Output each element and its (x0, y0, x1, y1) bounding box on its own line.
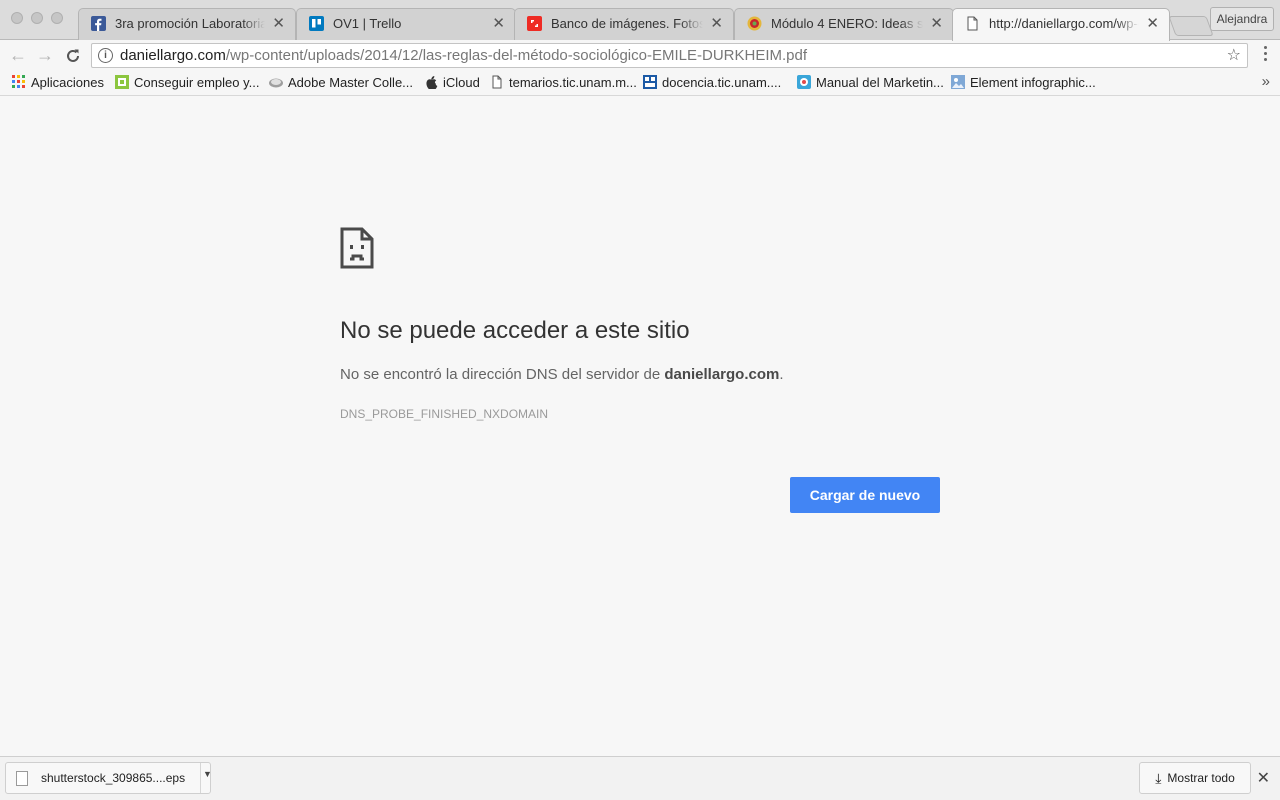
download-item[interactable]: shutterstock_309865....eps ▼ (5, 762, 212, 794)
profile-button[interactable]: Alejandra (1210, 7, 1274, 31)
pinterest-icon (747, 16, 762, 31)
page-icon (492, 75, 502, 89)
window-close-control[interactable] (11, 12, 23, 24)
element-icon (951, 75, 965, 89)
apps-grid-icon (12, 75, 25, 88)
error-message: No se encontró la dirección DNS del serv… (340, 366, 784, 383)
bookmark-label: iCloud (443, 75, 480, 90)
error-code: DNS_PROBE_FINISHED_NXDOMAIN (340, 407, 549, 421)
page-icon (967, 16, 978, 31)
error-page: No se puede acceder a este sitio No se e… (0, 96, 1280, 756)
bookmark-item[interactable]: iCloud (424, 75, 480, 90)
bookmark-item[interactable]: temarios.tic.unam.m... (490, 75, 637, 90)
trello-icon (309, 16, 324, 31)
chevron-down-icon[interactable]: ▼ (203, 769, 212, 779)
sad-page-icon (340, 227, 374, 269)
bookmark-label: Conseguir empleo y... (134, 75, 260, 90)
bookmark-item[interactable]: Manual del Marketin... (797, 75, 944, 90)
bumeran-icon (115, 75, 129, 89)
bookmark-item[interactable]: Adobe Master Colle... (269, 75, 413, 90)
tab-title: 3ra promoción Laboratoria M (115, 16, 265, 31)
url-text: daniellargo.com/wp-content/uploads/2014/… (120, 44, 807, 67)
browser-menu-icon[interactable] (1264, 46, 1268, 64)
error-host: daniellargo.com (664, 366, 780, 383)
tab-title: OV1 | Trello (333, 16, 402, 31)
file-icon (16, 771, 28, 786)
download-shelf: shutterstock_309865....eps ▼ ⤓ Mostrar to… (0, 756, 1280, 800)
bookmarks-overflow-icon[interactable]: » (1262, 73, 1270, 90)
tab-close-icon[interactable]: ✕ (710, 14, 723, 32)
toolbar: ← → i daniellargo.com/wp-content/uploads… (0, 40, 1280, 71)
back-arrow-icon[interactable]: ← (6, 44, 30, 68)
bookmark-label: temarios.tic.unam.m... (509, 75, 637, 90)
bookmarks-bar: Aplicaciones Conseguir empleo y... Adobe… (0, 71, 1280, 96)
download-filename: shutterstock_309865....eps (41, 771, 186, 785)
window-zoom-control[interactable] (51, 12, 63, 24)
error-message-text: No se encontró la dirección DNS del serv… (340, 366, 665, 383)
manual-icon (797, 75, 811, 89)
bookmark-label: Element infographic... (970, 75, 1096, 90)
window-minimize-control[interactable] (31, 12, 43, 24)
site-info-icon[interactable]: i (98, 48, 113, 63)
reload-button[interactable]: Cargar de nuevo (790, 477, 940, 513)
show-all-label: Mostrar todo (1167, 771, 1235, 785)
tab-title: Módulo 4 ENERO: Ideas soci (771, 16, 923, 31)
error-title: No se puede acceder a este sitio (340, 317, 690, 344)
shutterstock-icon (527, 16, 542, 31)
new-tab-button[interactable] (1168, 16, 1214, 36)
divider (200, 763, 201, 793)
unam-icon (643, 75, 657, 89)
bookmark-label: Aplicaciones (31, 75, 104, 90)
tab-pinterest[interactable]: Módulo 4 ENERO: Ideas soci ✕ (734, 8, 954, 40)
bookmark-item[interactable]: Aplicaciones (12, 75, 104, 90)
tab-close-icon[interactable]: ✕ (1146, 14, 1159, 32)
tab-shutterstock[interactable]: Banco de imágenes. Fotos y ✕ (514, 8, 734, 40)
apple-icon (426, 76, 438, 89)
show-all-downloads-button[interactable]: ⤓ Mostrar todo (1139, 762, 1251, 794)
tab-trello[interactable]: OV1 | Trello ✕ (296, 8, 516, 40)
reload-icon[interactable] (61, 44, 85, 68)
bookmark-item[interactable]: Conseguir empleo y... (115, 75, 260, 90)
bookmark-item[interactable]: docencia.tic.unam.... (643, 75, 781, 90)
bookmark-item[interactable]: Element infographic... (951, 75, 1096, 90)
close-icon[interactable]: ✕ (1257, 768, 1270, 788)
tab-close-icon[interactable]: ✕ (492, 14, 505, 32)
download-icon: ⤓ (1155, 770, 1162, 786)
bookmark-label: docencia.tic.unam.... (662, 75, 782, 90)
tab-facebook[interactable]: 3ra promoción Laboratoria M ✕ (78, 8, 296, 40)
tab-title: Banco de imágenes. Fotos y (551, 16, 703, 31)
bookmark-label: Manual del Marketin... (816, 75, 944, 90)
error-message-end: . (779, 366, 784, 383)
tab-close-icon[interactable]: ✕ (930, 14, 943, 32)
facebook-icon (91, 16, 106, 31)
address-bar[interactable]: i daniellargo.com/wp-content/uploads/201… (91, 43, 1248, 68)
tab-close-icon[interactable]: ✕ (272, 14, 285, 32)
forward-arrow-icon[interactable]: → (33, 44, 57, 68)
adobe-icon (269, 78, 283, 88)
bookmark-label: Adobe Master Colle... (288, 75, 414, 90)
tab-strip: 3ra promoción Laboratoria M ✕ OV1 | Trel… (0, 0, 1280, 41)
url-path: /wp-content/uploads/2014/12/las-reglas-d… (225, 47, 808, 64)
tab-daniellargo[interactable]: http://daniellargo.com/wp-co ✕ (952, 8, 1170, 41)
url-host: daniellargo.com (120, 47, 226, 64)
bookmark-star-icon[interactable]: ☆ (1227, 44, 1241, 67)
tab-title: http://daniellargo.com/wp-co (989, 16, 1139, 31)
